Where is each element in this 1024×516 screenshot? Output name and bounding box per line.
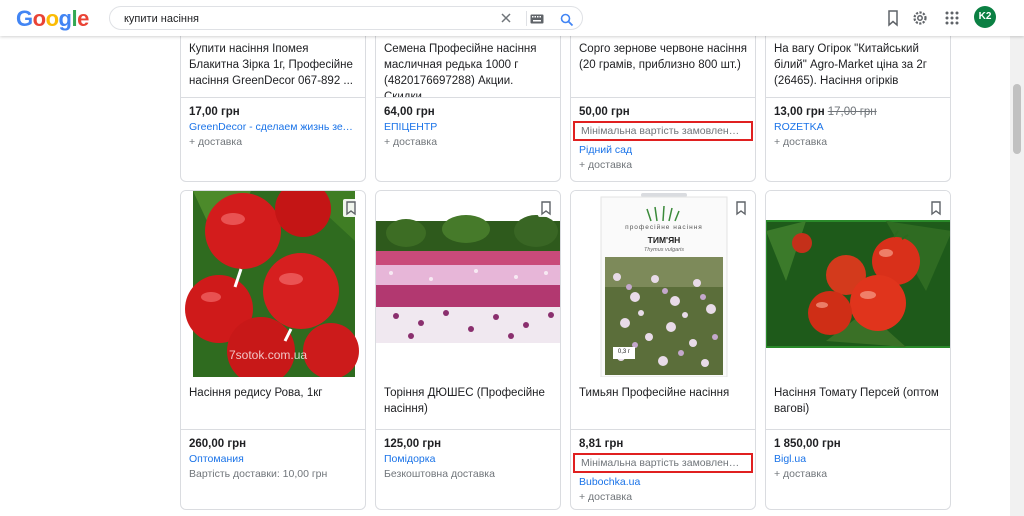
- store-link[interactable]: Bigl.ua: [774, 453, 942, 465]
- bookmark-icon[interactable]: [343, 199, 359, 217]
- shipping-note: + доставка: [774, 136, 828, 148]
- logo-letter: o: [45, 6, 59, 31]
- apps-icon[interactable]: [943, 9, 961, 27]
- product-price: 17,00 грн: [189, 106, 240, 118]
- product-image[interactable]: професійне насіння ТИМ'ЯН Thymus vulgari…: [571, 191, 755, 377]
- shipping-note: + доставка: [774, 468, 828, 480]
- clear-icon[interactable]: [498, 10, 514, 26]
- min-order-note: Мінімальна вартість замовлення: ...: [573, 453, 753, 473]
- shipping-note: + доставка: [579, 491, 633, 503]
- bookmark-icon[interactable]: [538, 199, 554, 217]
- top-header: Google K2: [0, 0, 1024, 36]
- store-link[interactable]: ЕПІЦЕНТР: [384, 121, 552, 133]
- product-card[interactable]: Насіння Томату Персей (оптом вагові) 1 8…: [765, 190, 951, 510]
- product-card[interactable]: На вагу Огірок "Китайський білий" Agro-M…: [765, 20, 951, 182]
- product-card[interactable]: Купити насіння Іпомея Блакитна Зірка 1г,…: [180, 20, 366, 182]
- bookmark-icon[interactable]: [928, 199, 944, 217]
- store-link[interactable]: Помідорка: [384, 453, 552, 465]
- pack-latin: Thymus vulgaris: [643, 247, 685, 253]
- shipping-note: + доставка: [579, 159, 633, 171]
- product-card[interactable]: Торіння ДЮШЕС (Професійне насіння) 125,0…: [375, 190, 561, 510]
- avatar[interactable]: K2: [974, 6, 996, 28]
- product-image[interactable]: 7sotok.com.ua: [181, 191, 365, 377]
- product-price: 8,81 грн: [579, 438, 624, 450]
- bookmark-icon[interactable]: [733, 199, 749, 217]
- store-link[interactable]: Рідний сад: [579, 144, 747, 156]
- watermark-text: 7sotok.com.ua: [229, 348, 307, 362]
- logo-letter: G: [16, 6, 33, 31]
- product-price: 13,00 грн 17,00 грн: [774, 106, 877, 118]
- store-link[interactable]: Оптомания: [189, 453, 357, 465]
- store-link[interactable]: ROZETKA: [774, 121, 942, 133]
- shipping-note: + доставка: [189, 136, 243, 148]
- bookmark-icon[interactable]: [884, 9, 902, 27]
- min-order-note: Мінімальна вартість замовлення: ...: [573, 121, 753, 141]
- scrollbar-thumb[interactable]: [1013, 84, 1021, 154]
- store-link[interactable]: GreenDecor - сделаем жизнь зеле...: [189, 121, 357, 133]
- product-price: 260,00 грн: [189, 438, 247, 450]
- old-price: 17,00 грн: [827, 106, 877, 118]
- page-scrollbar[interactable]: [1010, 36, 1024, 516]
- product-title[interactable]: Тимьян Професійне насіння: [571, 377, 755, 429]
- product-price: 50,00 грн: [579, 106, 630, 118]
- product-card[interactable]: 7sotok.com.ua Насіння редису Рова, 1кг 2…: [180, 190, 366, 510]
- product-card[interactable]: професійне насіння ТИМ'ЯН Thymus vulgari…: [570, 190, 756, 510]
- product-card[interactable]: Семена Професійне насіння масличная редь…: [375, 20, 561, 182]
- flowers-image: [376, 215, 560, 343]
- pack-weight: 0,3 г: [617, 349, 631, 355]
- pack-brand: професійне насіння: [625, 224, 703, 231]
- logo-letter: g: [58, 6, 72, 31]
- shipping-note: Безкоштовна доставка: [384, 468, 495, 480]
- store-link[interactable]: Bubochka.ua: [579, 476, 747, 488]
- product-price: 125,00 грн: [384, 438, 442, 450]
- product-title[interactable]: Насіння Томату Персей (оптом вагові): [766, 377, 950, 429]
- product-price: 1 850,00 грн: [774, 438, 841, 450]
- tomato-image: [766, 191, 950, 377]
- google-logo[interactable]: Google: [16, 6, 89, 32]
- radish-image: 7sotok.com.ua: [185, 191, 359, 377]
- thyme-photo: [605, 257, 723, 375]
- search-input[interactable]: [124, 11, 484, 26]
- logo-letter: o: [32, 6, 46, 31]
- search-divider: [526, 11, 527, 26]
- product-card[interactable]: Сорго зернове червоне насіння (20 грамів…: [570, 20, 756, 182]
- shipping-note: Вартість доставки: 10,00 грн: [189, 468, 328, 480]
- product-price: 64,00 грн: [384, 106, 435, 118]
- logo-letter: e: [77, 6, 89, 31]
- search-icon[interactable]: [560, 13, 574, 27]
- shipping-note: + доставка: [384, 136, 438, 148]
- keyboard-icon[interactable]: [530, 14, 544, 24]
- product-title[interactable]: Насіння редису Рова, 1кг: [181, 377, 365, 429]
- product-title[interactable]: Торіння ДЮШЕС (Професійне насіння): [376, 377, 560, 429]
- pack-name: ТИМ'ЯН: [647, 235, 681, 245]
- product-image[interactable]: [766, 191, 950, 377]
- search-box: [109, 6, 583, 30]
- product-image[interactable]: [376, 191, 560, 377]
- settings-icon[interactable]: [911, 9, 929, 27]
